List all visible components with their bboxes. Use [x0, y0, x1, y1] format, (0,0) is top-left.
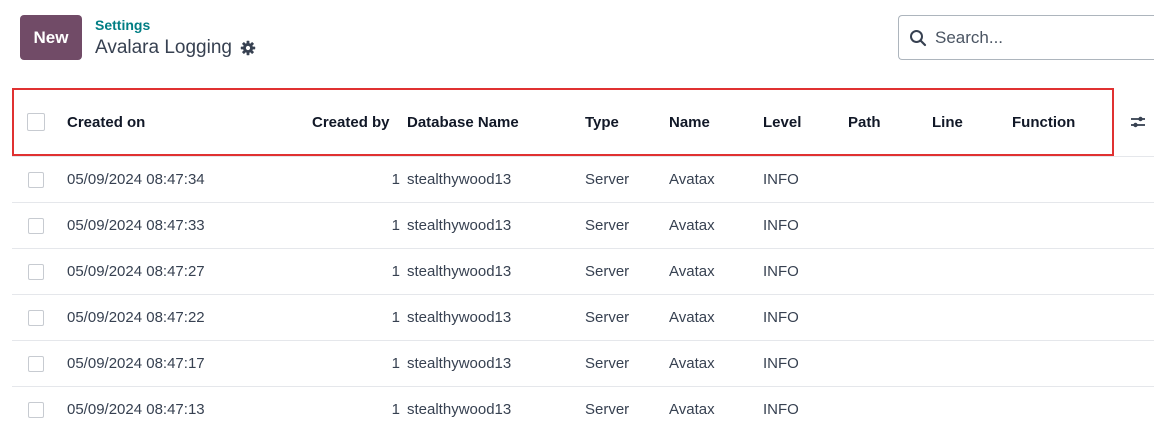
search-input[interactable] [935, 27, 1115, 48]
select-all-checkbox[interactable] [27, 113, 45, 131]
header-level[interactable]: Level [763, 114, 801, 131]
row-checkbox[interactable] [28, 217, 44, 234]
cell-created-by: 1 [391, 309, 400, 326]
cell-database-name: stealthywood13 [407, 217, 512, 234]
cell-type: Server [585, 217, 630, 234]
breadcrumb-settings[interactable]: Settings [95, 17, 150, 33]
new-button[interactable]: New [20, 15, 82, 60]
table-row[interactable]: 05/09/2024 08:47:27 1 stealthywood13 Server… [12, 248, 1154, 294]
cell-name: Avatax [669, 309, 715, 326]
list-table: Created on Created by Database Name Type… [12, 88, 1154, 425]
header-function[interactable]: Function [1012, 114, 1075, 131]
table-row[interactable]: 05/09/2024 08:47:13 1 stealthywood13 Server… [12, 386, 1154, 425]
cell-level: INFO [763, 263, 799, 280]
cell-created-on: 05/09/2024 08:47:13 [67, 401, 205, 418]
row-checkbox[interactable] [28, 171, 44, 188]
table-header: Created on Created by Database Name Type… [12, 88, 1154, 156]
cell-name: Avatax [669, 217, 715, 234]
cell-type: Server [585, 355, 630, 372]
cell-name: Avatax [669, 263, 715, 280]
row-checkbox[interactable] [28, 355, 44, 372]
cell-level: INFO [763, 309, 799, 326]
cell-type: Server [585, 401, 630, 418]
search-box [898, 15, 1154, 60]
cell-level: INFO [763, 355, 799, 372]
table-row[interactable]: 05/09/2024 08:47:33 1 stealthywood13 Server… [12, 202, 1154, 248]
cell-database-name: stealthywood13 [407, 171, 512, 188]
cell-created-on: 05/09/2024 08:47:22 [67, 309, 205, 326]
row-checkbox[interactable] [28, 263, 44, 280]
header-created-on[interactable]: Created on [67, 114, 145, 131]
cell-created-by: 1 [391, 263, 400, 280]
header-path[interactable]: Path [848, 114, 881, 131]
cell-created-by: 1 [391, 401, 400, 418]
cell-type: Server [585, 263, 630, 280]
header-line[interactable]: Line [932, 114, 963, 131]
page-title-text: Avalara Logging [95, 37, 232, 58]
cell-created-on: 05/09/2024 08:47:17 [67, 355, 205, 372]
cell-name: Avatax [669, 171, 715, 188]
row-checkbox[interactable] [28, 401, 44, 418]
cell-database-name: stealthywood13 [407, 355, 512, 372]
table-row[interactable]: 05/09/2024 08:47:22 1 stealthywood13 Server… [12, 294, 1154, 340]
optional-columns-icon[interactable] [1129, 113, 1147, 131]
cell-type: Server [585, 309, 630, 326]
table-row[interactable]: 05/09/2024 08:47:17 1 stealthywood13 Server… [12, 340, 1154, 386]
cell-created-by: 1 [391, 355, 400, 372]
cell-name: Avatax [669, 355, 715, 372]
cell-created-on: 05/09/2024 08:47:27 [67, 263, 205, 280]
header-created-by[interactable]: Created by [312, 114, 390, 131]
gear-icon[interactable] [240, 40, 256, 56]
cell-created-on: 05/09/2024 08:47:34 [67, 171, 205, 188]
cell-created-by: 1 [391, 217, 400, 234]
cell-database-name: stealthywood13 [407, 309, 512, 326]
cell-name: Avatax [669, 401, 715, 418]
table-row[interactable]: 05/09/2024 08:47:34 1 stealthywood13 Server… [12, 156, 1154, 202]
cell-created-on: 05/09/2024 08:47:33 [67, 217, 205, 234]
cell-level: INFO [763, 171, 799, 188]
cell-database-name: stealthywood13 [407, 401, 512, 418]
cell-level: INFO [763, 401, 799, 418]
page-title: Avalara Logging [95, 37, 256, 59]
cell-level: INFO [763, 217, 799, 234]
list-view: New Settings Avalara Logging Search... C… [0, 0, 1154, 425]
header-type[interactable]: Type [585, 114, 619, 131]
row-checkbox[interactable] [28, 309, 44, 326]
header-database-name[interactable]: Database Name [407, 114, 519, 131]
search-icon [909, 29, 927, 47]
cell-type: Server [585, 171, 630, 188]
cell-database-name: stealthywood13 [407, 263, 512, 280]
header-name[interactable]: Name [669, 114, 710, 131]
cell-created-by: 1 [391, 171, 400, 188]
